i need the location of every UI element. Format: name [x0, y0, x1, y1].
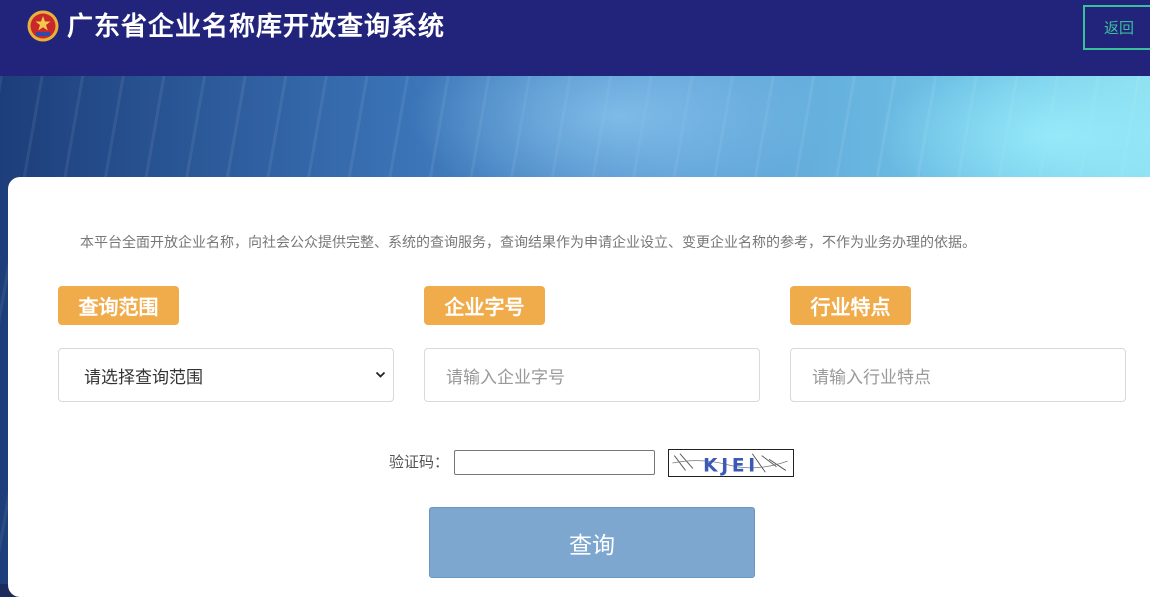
- captcha-image-text: KJEI: [703, 455, 759, 476]
- scope-label: 查询范围: [58, 286, 179, 325]
- industry-input-placeholder: 请输入行业特点: [812, 367, 931, 388]
- name-input-placeholder: 请输入企业字号: [446, 367, 565, 388]
- captcha-input[interactable]: [454, 450, 655, 475]
- industry-label: 行业特点: [790, 286, 911, 325]
- name-label: 企业字号: [424, 286, 545, 325]
- query-button[interactable]: 查询: [429, 507, 755, 578]
- site-header: 广东省企业名称库开放查询系统 返回: [0, 0, 1150, 76]
- back-button[interactable]: 返回: [1083, 5, 1150, 50]
- site-title: 广东省企业名称库开放查询系统: [67, 12, 446, 42]
- captcha-image[interactable]: KJEI: [668, 449, 794, 477]
- scope-select[interactable]: 请选择查询范围: [58, 348, 394, 402]
- police-emblem-icon: [27, 10, 59, 42]
- notice-text: 本平台全面开放企业名称，向社会公众提供完整、系统的查询服务，查询结果作为申请企业…: [80, 235, 976, 251]
- scope-select-value: 请选择查询范围: [84, 367, 203, 388]
- chevron-down-icon: [375, 371, 386, 378]
- captcha-label: 验证码：: [389, 453, 450, 471]
- name-input[interactable]: 请输入企业字号: [424, 348, 760, 402]
- industry-input[interactable]: 请输入行业特点: [790, 348, 1126, 402]
